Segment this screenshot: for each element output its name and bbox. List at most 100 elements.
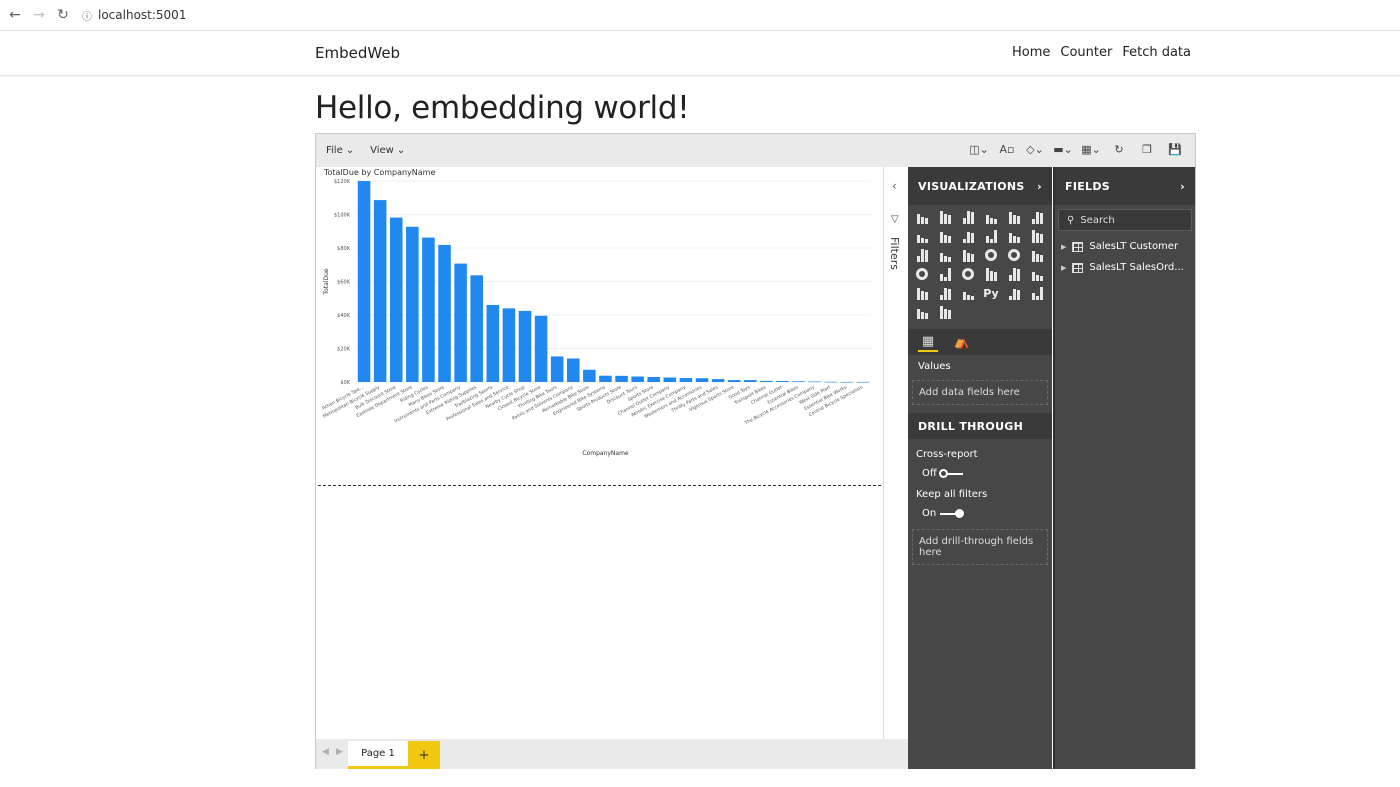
drillthrough-dropzone[interactable]: Add drill-through fields here [912,529,1048,565]
visualizations-header: VISUALIZATIONS › [908,167,1052,205]
chevron-right-icon[interactable]: › [1180,180,1185,193]
info-icon[interactable]: ⓘ [82,8,92,23]
next-page-icon[interactable]: ▶ [336,747,343,757]
donut-visual-icon[interactable] [1006,247,1022,262]
visualizations-pane: VISUALIZATIONS › Py ▦ ⛺ Values Add data … [908,167,1052,769]
qa-visual-icon[interactable] [914,304,930,319]
fields-well-icon[interactable]: ▦ [918,332,938,352]
filled-map-visual-icon[interactable] [937,266,953,281]
nav-home[interactable]: Home [1012,45,1050,60]
brand-link[interactable]: EmbedWeb [315,44,400,62]
stacked-column-visual-icon[interactable] [937,209,953,224]
bar [357,181,371,382]
line-column-visual-icon[interactable] [983,228,999,243]
expand-icon[interactable]: ▶ [1061,264,1066,272]
multi-row-card-visual-icon[interactable] [1006,266,1022,281]
keep-filters-toggle[interactable]: On [908,500,1052,519]
field-table-label: SalesLT SalesOrd... [1089,262,1184,273]
add-page-icon[interactable]: + [408,741,440,769]
stacked-area-visual-icon[interactable] [960,228,976,243]
filters-pane-collapsed[interactable]: ‹ ▽ Filters [883,167,908,739]
field-table-label: SalesLT Customer [1089,241,1179,252]
format-paint-icon[interactable]: ⛺ [952,332,972,352]
expand-icon[interactable]: ▶ [1061,243,1066,251]
field-table-customer[interactable]: ▶ SalesLT Customer [1055,237,1195,256]
address-bar[interactable]: ⓘ localhost:5001 [82,8,186,23]
view-menu[interactable]: View ⌄ [370,145,405,156]
forward-icon[interactable]: → [30,6,48,24]
bar [744,380,757,382]
bar [679,378,693,382]
refresh-icon[interactable]: ↻ [1111,142,1127,156]
funnel-visual-icon[interactable] [937,247,953,262]
field-table-salesorder[interactable]: ▶ SalesLT SalesOrd... [1055,258,1195,277]
bar [486,304,500,382]
treemap-visual-icon[interactable] [1029,247,1045,262]
clustered-bar-visual-icon[interactable] [960,209,976,224]
kpi-visual-icon[interactable] [1029,266,1045,281]
y-tick-label: $80K [337,246,351,252]
buttons-icon[interactable]: ▬⌄ [1053,142,1073,156]
bar [470,275,483,382]
prev-page-icon[interactable]: ◀ [322,747,329,757]
bar-chart[interactable]: $0K$20K$40K$60K$80K$100K$120KAction Bicy… [316,175,881,465]
pie-visual-icon[interactable] [983,247,999,262]
waterfall-visual-icon[interactable] [914,247,930,262]
python-visual-icon[interactable]: Py [983,285,999,300]
gauge-visual-icon[interactable] [960,266,976,281]
stacked-bar-visual-icon[interactable] [914,209,930,224]
y-tick-label: $40K [337,313,351,319]
100-column-visual-icon[interactable] [1029,209,1045,224]
search-placeholder: Search [1080,214,1115,226]
decomposition-visual-icon[interactable] [1029,285,1045,300]
key-influencers-visual-icon[interactable] [1006,285,1022,300]
bar [373,200,387,382]
report-toolbar: File ⌄ View ⌄ ◫⌄ A▫ ◇⌄ ▬⌄ ▦⌄ ↻ ❐ 💾 [316,134,1195,167]
reload-icon[interactable]: ↻ [54,6,72,24]
drillthrough-title: DRILL THROUGH [908,413,1052,439]
y-tick-label: $120K [334,179,351,185]
back-icon[interactable]: ← [6,6,24,24]
file-menu[interactable]: File ⌄ [326,145,354,156]
ribbon-visual-icon[interactable] [1029,228,1045,243]
table-visual-icon[interactable] [937,285,953,300]
clustered-column-visual-icon[interactable] [983,209,999,224]
cross-report-toggle[interactable]: Off [908,460,1052,479]
nav-fetch-data[interactable]: Fetch data [1122,45,1191,60]
slicer-visual-icon[interactable] [914,285,930,300]
fields-search[interactable]: ⚲ Search [1058,209,1192,231]
browser-toolbar: ← → ↻ ⓘ localhost:5001 [0,0,1400,31]
area-visual-icon[interactable] [937,228,953,243]
scatter-visual-icon[interactable] [960,247,976,262]
line-clustered-visual-icon[interactable] [1006,228,1022,243]
text-box-icon[interactable]: A▫ [999,142,1015,156]
card-visual-icon[interactable] [983,266,999,281]
y-axis-label: TotalDue [323,268,330,295]
bar [406,226,419,382]
shapes-icon[interactable]: ◇⌄ [1026,142,1044,156]
bar [454,263,467,382]
matrix-visual-icon[interactable] [960,285,976,300]
nav-counter[interactable]: Counter [1060,45,1112,60]
bar [711,379,725,382]
page-title: Hello, embedding world! [315,90,690,126]
canvas-divider [318,485,881,486]
values-dropzone[interactable]: Add data fields here [912,380,1048,405]
map-visual-icon[interactable] [914,266,930,281]
bar [502,308,516,382]
page-view-icon[interactable]: ▦⌄ [1081,142,1101,156]
fields-pane: FIELDS › ⚲ Search ▶ SalesLT Customer ▶ S… [1053,167,1195,769]
duplicate-icon[interactable]: ❐ [1139,142,1155,156]
100-bar-visual-icon[interactable] [1006,209,1022,224]
bar [631,376,644,382]
chevron-right-icon[interactable]: › [1037,180,1042,193]
report-canvas[interactable]: TotalDue by CompanyName $0K $20K $40K $60K $… [316,167,883,739]
bar [389,217,403,382]
visual-interactions-icon[interactable]: ◫⌄ [969,142,989,156]
page-tab[interactable]: Page 1 [348,741,408,769]
save-icon[interactable]: 💾 [1167,142,1183,156]
line-visual-icon[interactable] [914,228,930,243]
chevron-left-icon[interactable]: ‹ [892,179,897,193]
paginated-visual-icon[interactable] [937,304,953,319]
chevron-down-icon: ⌄ [345,145,355,156]
